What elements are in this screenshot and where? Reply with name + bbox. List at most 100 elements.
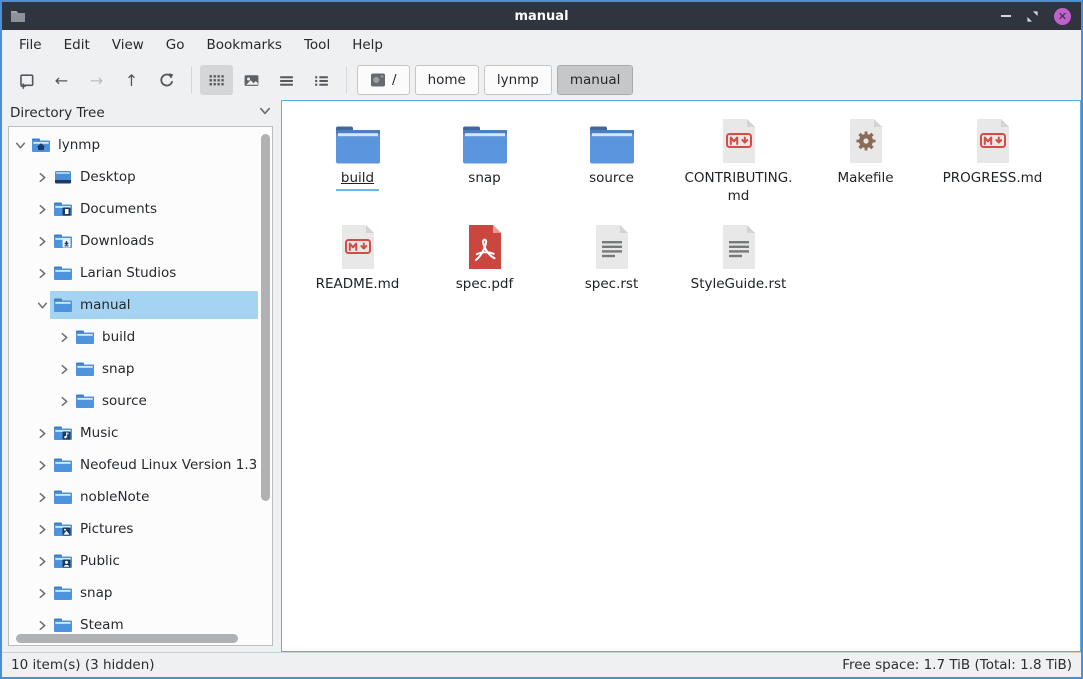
file-label: source xyxy=(589,170,634,188)
chevron-right-icon[interactable] xyxy=(35,236,50,247)
sidebar: Directory Tree lynmp Desktop Documents xyxy=(2,100,281,652)
chevron-right-icon[interactable] xyxy=(35,524,50,535)
new-tab-icon xyxy=(18,72,35,89)
chevron-right-icon[interactable] xyxy=(35,620,50,631)
thumbnail-view-button[interactable] xyxy=(235,65,268,95)
menu-edit[interactable]: Edit xyxy=(53,32,101,58)
path-root-label: / xyxy=(392,72,397,88)
tree-item-label: snap xyxy=(102,361,134,377)
chevron-down-icon[interactable] xyxy=(13,140,28,151)
path-lynmp-button[interactable]: lynmp xyxy=(484,65,552,95)
path-home-button[interactable]: home xyxy=(415,65,479,95)
menu-view[interactable]: View xyxy=(101,32,155,58)
file-item-source[interactable]: source xyxy=(548,111,675,217)
file-item-readme-md[interactable]: README.md xyxy=(294,217,421,323)
chevron-right-icon[interactable] xyxy=(35,556,50,567)
tree-item-documents[interactable]: Documents xyxy=(9,193,272,225)
folder-icon xyxy=(461,125,509,165)
tree-item-manual[interactable]: manual xyxy=(9,289,272,321)
chevron-right-icon[interactable] xyxy=(35,492,50,503)
tree-item-noblenote[interactable]: nobleNote xyxy=(9,481,272,513)
tree-item-source[interactable]: source xyxy=(9,385,272,417)
close-icon: ✕ xyxy=(1058,11,1067,22)
tree-item-desktop[interactable]: Desktop xyxy=(9,161,272,193)
tree-item-lynmp[interactable]: lynmp xyxy=(9,129,272,161)
back-button[interactable]: ← xyxy=(45,65,78,95)
titlebar: manual ✕ xyxy=(2,2,1081,30)
chevron-right-icon[interactable] xyxy=(35,204,50,215)
tree-item-label: Larian Studios xyxy=(80,265,176,281)
file-label: build xyxy=(336,170,379,191)
folder-icon xyxy=(53,489,73,505)
tree-item-snap-2[interactable]: snap xyxy=(9,577,272,609)
tree-item-public[interactable]: Public xyxy=(9,545,272,577)
file-label: README.md xyxy=(316,276,400,294)
tree-item-build[interactable]: build xyxy=(9,321,272,353)
file-item-spec-rst[interactable]: spec.rst xyxy=(548,217,675,323)
file-item-build[interactable]: build xyxy=(294,111,421,217)
tree-item-music[interactable]: Music xyxy=(9,417,272,449)
menu-bookmarks[interactable]: Bookmarks xyxy=(196,32,293,58)
tree-item-downloads[interactable]: Downloads xyxy=(9,225,272,257)
forward-button[interactable]: → xyxy=(80,65,113,95)
chevron-right-icon[interactable] xyxy=(35,428,50,439)
chevron-right-icon[interactable] xyxy=(35,268,50,279)
up-arrow-icon: ↑ xyxy=(125,71,138,90)
tree-item-label: Documents xyxy=(80,201,157,217)
music-folder-icon xyxy=(53,425,73,441)
tree-item-label: Music xyxy=(80,425,118,441)
tree-item-larian-studios[interactable]: Larian Studios xyxy=(9,257,272,289)
file-item-styleguide-rst[interactable]: StyleGuide.rst xyxy=(675,217,802,323)
file-view[interactable]: build snap source CONTRIBUTING.md Makefi… xyxy=(281,100,1081,652)
toolbar-separator xyxy=(346,66,347,94)
chevron-right-icon[interactable] xyxy=(35,172,50,183)
file-item-progress-md[interactable]: PROGRESS.md xyxy=(929,111,1056,217)
chevron-right-icon[interactable] xyxy=(35,460,50,471)
tree-item-neofeud[interactable]: Neofeud Linux Version 1.3 xyxy=(9,449,272,481)
new-tab-button[interactable] xyxy=(10,65,43,95)
tree-horizontal-scrollbar[interactable] xyxy=(16,634,238,643)
tree-item-label: build xyxy=(102,329,135,345)
file-item-snap[interactable]: snap xyxy=(421,111,548,217)
chevron-down-icon[interactable] xyxy=(35,300,50,311)
desktop-icon xyxy=(53,169,73,185)
markdown-file-icon xyxy=(973,117,1013,165)
tree-item-label: Desktop xyxy=(80,169,136,185)
menubar: File Edit View Go Bookmarks Tool Help xyxy=(2,30,1081,60)
compact-view-button[interactable] xyxy=(270,65,303,95)
folder-icon xyxy=(334,125,382,165)
close-button[interactable]: ✕ xyxy=(1054,8,1071,25)
menu-help[interactable]: Help xyxy=(341,32,394,58)
tree-item-label: source xyxy=(102,393,147,409)
minimize-button[interactable] xyxy=(1001,15,1011,17)
tree-item-label: Pictures xyxy=(80,521,133,537)
tree-item-pictures[interactable]: Pictures xyxy=(9,513,272,545)
file-item-spec-pdf[interactable]: spec.pdf xyxy=(421,217,548,323)
sidebar-header[interactable]: Directory Tree xyxy=(2,100,281,126)
tree-item-label: Neofeud Linux Version 1.3 xyxy=(80,457,257,473)
home-folder-icon xyxy=(31,137,51,153)
selected-tree-item[interactable]: manual xyxy=(50,291,258,319)
folder-icon xyxy=(53,457,73,473)
file-item-contributing-md[interactable]: CONTRIBUTING.md xyxy=(675,111,802,217)
restore-button[interactable] xyxy=(1026,10,1039,23)
tree-vertical-scrollbar[interactable] xyxy=(261,134,270,501)
menu-go[interactable]: Go xyxy=(155,32,196,58)
menu-file[interactable]: File xyxy=(8,32,53,58)
refresh-button[interactable] xyxy=(150,65,183,95)
path-root-button[interactable]: / xyxy=(357,65,410,95)
up-button[interactable]: ↑ xyxy=(115,65,148,95)
makefile-icon xyxy=(846,117,886,165)
tree-item-snap[interactable]: snap xyxy=(9,353,272,385)
chevron-right-icon[interactable] xyxy=(35,588,50,599)
path-manual-button[interactable]: manual xyxy=(557,65,634,95)
folder-icon xyxy=(588,125,636,165)
icon-view-button[interactable] xyxy=(200,65,233,95)
folder-icon xyxy=(53,585,73,601)
file-item-makefile[interactable]: Makefile xyxy=(802,111,929,217)
chevron-right-icon[interactable] xyxy=(57,332,72,343)
menu-tool[interactable]: Tool xyxy=(293,32,341,58)
detailed-list-view-button[interactable] xyxy=(305,65,338,95)
chevron-right-icon[interactable] xyxy=(57,396,72,407)
chevron-right-icon[interactable] xyxy=(57,364,72,375)
